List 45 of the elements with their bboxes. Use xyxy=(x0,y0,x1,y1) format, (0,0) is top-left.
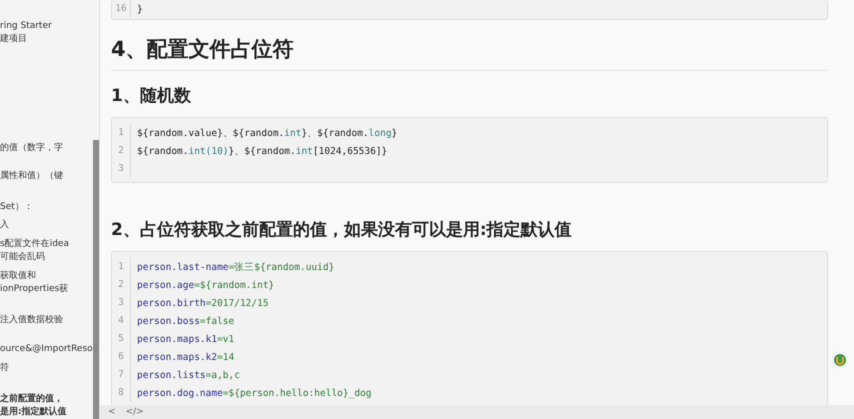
line-number: 16 xyxy=(112,0,131,18)
outline-item[interactable]: s配置文件在idea xyxy=(0,238,93,251)
outline-item[interactable]: 注入值数据校验 xyxy=(0,314,93,327)
line-number: 2 xyxy=(112,276,131,294)
outline-item[interactable]: ource&@ImportReso xyxy=(0,343,93,356)
line-number: 3 xyxy=(112,294,131,312)
line-number: 8 xyxy=(112,384,131,402)
scrollbar-thumb[interactable] xyxy=(93,140,99,419)
code-line: } xyxy=(137,4,143,14)
back-button[interactable]: < xyxy=(108,407,116,417)
outline-item[interactable]: 获取值和 xyxy=(0,270,93,283)
code-line: person.maps.k1=v1 xyxy=(137,334,234,344)
outline-item[interactable]: Set）： xyxy=(0,201,93,214)
outline-item[interactable]: 入 xyxy=(0,219,93,232)
outline-item[interactable]: 建项目 xyxy=(0,33,93,46)
outline-item[interactable]: 的值（数字，字 xyxy=(0,142,93,155)
line-number: 3 xyxy=(112,160,131,178)
line-number: 6 xyxy=(112,348,131,366)
outline-item[interactable]: 之前配置的值， xyxy=(0,393,93,406)
code-line: ${random.value}、${random.int}、${random.long} xyxy=(137,126,398,140)
line-number: 1 xyxy=(112,258,131,276)
code-line: person.maps.k2=14 xyxy=(137,352,234,362)
subsection-heading: 1、随机数 xyxy=(111,85,192,107)
code-view-button[interactable]: </> xyxy=(126,407,144,417)
outline-item[interactable]: ionProperties获 xyxy=(0,283,93,296)
line-number: 7 xyxy=(112,366,131,384)
outline-item[interactable]: 可能会乱码 xyxy=(0,251,93,264)
line-number: 4 xyxy=(112,312,131,330)
outline-item[interactable]: 属性和值）（键 xyxy=(0,170,93,183)
code-line: person.dog.name=${person.hello:hello}_dog xyxy=(137,388,372,398)
code-line: person.lists=a,b,c xyxy=(137,370,240,380)
line-number: 2 xyxy=(112,142,131,160)
code-line: ${random.int(10)}、${random.int[1024,65536]} xyxy=(137,144,388,158)
code-line: person.boss=false xyxy=(137,316,234,326)
code-line: person.last-name=张三${random.uuid} xyxy=(137,260,334,274)
code-line: person.birth=2017/12/15 xyxy=(137,298,269,308)
section-heading: 4、配置文件占位符 xyxy=(111,36,828,71)
plugin-icon[interactable] xyxy=(832,352,846,368)
outline-item[interactable]: 符 xyxy=(0,362,93,375)
subsection-heading: 2、占位符获取之前配置的值，如果没有可以是用:指定默认值 xyxy=(111,219,573,241)
line-number: 1 xyxy=(112,124,131,142)
line-number: 5 xyxy=(112,330,131,348)
outline-item[interactable]: 是用:指定默认值 xyxy=(0,406,93,419)
outline-item[interactable]: ring Starter xyxy=(0,20,93,33)
code-line: person.age=${random.int} xyxy=(137,280,274,290)
